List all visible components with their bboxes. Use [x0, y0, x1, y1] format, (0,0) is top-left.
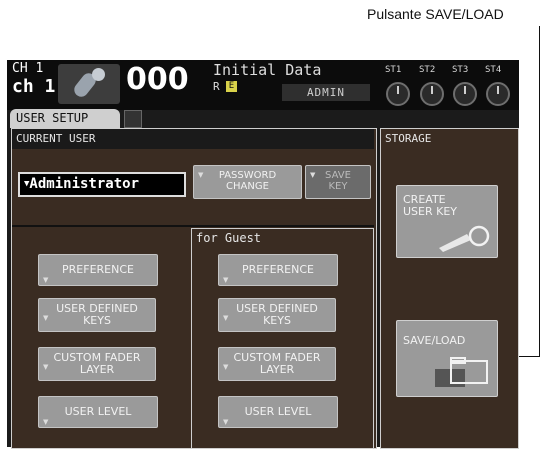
scene-r-indicator: R: [213, 80, 220, 93]
scene-e-indicator: E: [226, 81, 237, 92]
user-level-label: USER LEVEL: [64, 405, 132, 418]
create-user-key-button[interactable]: CREATE USER KEY: [396, 185, 498, 258]
user-level-indicator: ADMIN: [282, 84, 370, 101]
st2-label: ST2: [419, 65, 436, 75]
st1-label: ST1: [385, 65, 402, 75]
dropdown-arrow-icon: ▼: [43, 314, 49, 322]
channel-number: CH 1: [12, 61, 44, 76]
guest-preference-button[interactable]: ▼ PREFERENCE: [218, 254, 338, 286]
storage-title: STORAGE: [385, 132, 432, 145]
guest-custom-fader-layer-button[interactable]: ▼ CUSTOM FADER LAYER: [218, 347, 336, 381]
save-key-label-2: KEY: [328, 181, 348, 192]
guest-preference-label: PREFERENCE: [242, 263, 314, 276]
guest-user-level-label: USER LEVEL: [244, 405, 312, 418]
st3-label: ST3: [452, 65, 469, 75]
dropdown-arrow-icon: ▼: [43, 418, 49, 426]
user-defined-keys-button[interactable]: ▼ USER DEFINED KEYS: [38, 298, 156, 332]
channel-name: ch 1: [12, 76, 56, 97]
scene-number: 000: [126, 62, 189, 97]
callout-label: Pulsante SAVE/LOAD: [367, 6, 504, 22]
save-load-button[interactable]: SAVE/LOAD: [396, 320, 498, 397]
user-defined-keys-label-2: KEYS: [83, 314, 111, 327]
guest-user-level-button[interactable]: ▼ USER LEVEL: [218, 396, 338, 428]
folder-icon: [435, 357, 488, 387]
guest-user-defined-keys-label-2: KEYS: [263, 314, 291, 327]
password-change-label-2: CHANGE: [226, 181, 269, 192]
microphone-head-icon: [92, 68, 105, 81]
user-select-dropdown[interactable]: ▼Administrator: [18, 172, 186, 197]
dropdown-arrow-icon: ▼: [223, 363, 229, 371]
user-level-button[interactable]: ▼ USER LEVEL: [38, 396, 158, 428]
st2-knob-icon[interactable]: [420, 82, 444, 106]
st4-label: ST4: [485, 65, 502, 75]
save-key-label-1: SAVE: [325, 170, 351, 181]
section-divider: [12, 225, 374, 227]
save-key-button[interactable]: ▼ SAVE KEY: [305, 165, 371, 199]
preference-button[interactable]: ▼ PREFERENCE: [38, 254, 158, 286]
custom-fader-layer-button[interactable]: ▼ CUSTOM FADER LAYER: [38, 347, 156, 381]
st3-knob-icon[interactable]: [453, 82, 477, 106]
dropdown-arrow-icon: ▼: [198, 171, 204, 179]
dropdown-arrow-icon: ▼: [43, 276, 49, 284]
password-change-label-1: PASSWORD: [218, 170, 277, 181]
tab-notch-icon: [124, 110, 142, 128]
callout-leader-line: [539, 26, 540, 357]
password-change-button[interactable]: ▼ PASSWORD CHANGE: [193, 165, 302, 199]
scene-title: Initial Data: [213, 61, 322, 79]
guest-custom-fader-layer-label-2: LAYER: [259, 363, 295, 376]
save-load-label: SAVE/LOAD: [403, 334, 466, 347]
tab-user-setup[interactable]: USER SETUP: [10, 109, 120, 128]
current-user-title: CURRENT USER: [16, 132, 96, 145]
dropdown-arrow-icon: ▼: [43, 363, 49, 371]
guest-user-defined-keys-button[interactable]: ▼ USER DEFINED KEYS: [218, 298, 336, 332]
dropdown-arrow-icon: ▼: [223, 314, 229, 322]
preference-label: PREFERENCE: [62, 263, 134, 276]
st4-knob-icon[interactable]: [486, 82, 510, 106]
storage-panel: [380, 128, 519, 449]
st1-knob-icon[interactable]: [386, 82, 410, 106]
dropdown-arrow-icon: ▼: [223, 418, 229, 426]
guest-title: for Guest: [196, 231, 262, 245]
create-user-key-label-2: USER KEY: [403, 205, 458, 218]
dropdown-arrow-icon: ▼: [310, 171, 316, 179]
user-select-value: Administrator: [29, 176, 139, 192]
dropdown-arrow-icon: ▼: [223, 276, 229, 284]
custom-fader-layer-label-2: LAYER: [79, 363, 115, 376]
key-icon: [439, 225, 490, 252]
